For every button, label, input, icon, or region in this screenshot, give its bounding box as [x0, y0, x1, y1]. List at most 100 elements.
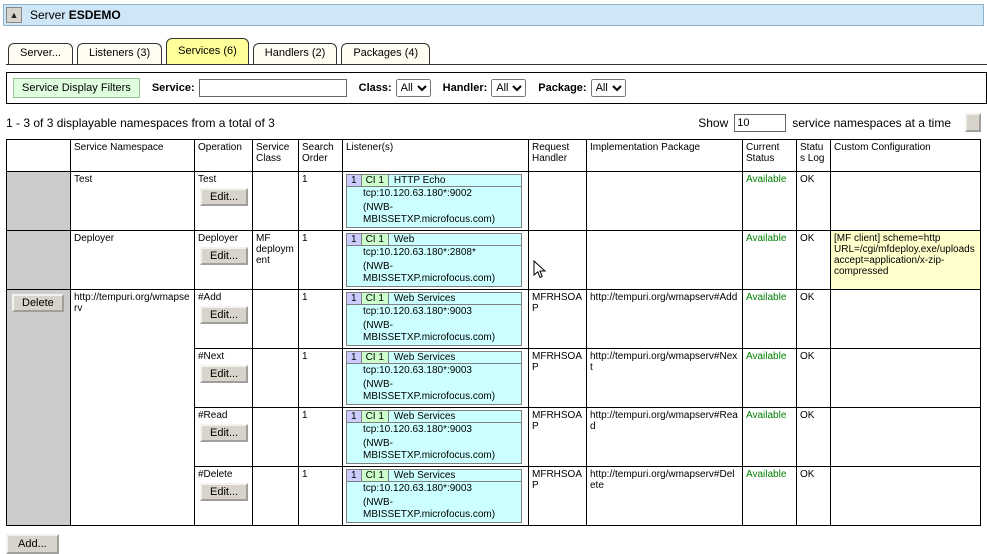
- listener-host: (NWB-MBISSETXP.microfocus.com): [347, 437, 521, 463]
- listener-cell: 1 CI 1 HTTP Echo tcp:10.120.63.180*:9002…: [343, 172, 529, 231]
- listener-box: 1 CI 1 Web tcp:10.120.63.180*:2808* (NWB…: [346, 233, 522, 287]
- header-current-status: Current Status: [743, 140, 797, 172]
- status-log-cell: OK: [797, 349, 831, 408]
- listener-box: 1 CI 1 HTTP Echo tcp:10.120.63.180*:9002…: [346, 174, 522, 228]
- listener-name: Web: [389, 234, 521, 246]
- header-status-log: Status Log: [797, 140, 831, 172]
- current-status-cell: Available: [743, 349, 797, 408]
- custom-configuration-cell: [MF client] scheme=http URL=/cgi/mfdeplo…: [831, 231, 981, 290]
- service-filter-input[interactable]: [199, 79, 347, 97]
- listener-cell: 1 CI 1 Web Services tcp:10.120.63.180*:9…: [343, 290, 529, 349]
- edit-button[interactable]: Edit...: [200, 188, 248, 206]
- operation-cell: Deployer Edit...: [195, 231, 253, 290]
- service-display-filters-label: Service Display Filters: [13, 78, 140, 98]
- service-class-cell: [253, 349, 299, 408]
- edit-button[interactable]: Edit...: [200, 247, 248, 265]
- request-handler-cell: MFRHSOAP: [529, 349, 587, 408]
- handler-filter-select[interactable]: All: [491, 79, 526, 97]
- set-button-partial[interactable]: [965, 113, 981, 132]
- listener-box: 1 CI 1 Web Services tcp:10.120.63.180*:9…: [346, 351, 522, 405]
- namespace-count-summary: 1 - 3 of 3 displayable namespaces from a…: [6, 116, 275, 130]
- class-filter-select[interactable]: All: [396, 79, 431, 97]
- service-class-cell: [253, 467, 299, 526]
- header-listeners: Listener(s): [343, 140, 529, 172]
- listener-cell: 1 CI 1 Web tcp:10.120.63.180*:2808* (NWB…: [343, 231, 529, 290]
- header-search-order: Search Order: [299, 140, 343, 172]
- operation-label: #Next: [198, 351, 224, 362]
- custom-configuration-cell: [831, 172, 981, 231]
- edit-button[interactable]: Edit...: [200, 365, 248, 383]
- table-row: Delete http://tempuri.org/wmapserv #Add …: [7, 290, 981, 349]
- namespace-cell: Test: [71, 172, 195, 231]
- delete-button[interactable]: Delete: [12, 294, 64, 312]
- search-order-cell: 1: [299, 172, 343, 231]
- tab-server[interactable]: Server...: [8, 43, 73, 64]
- custom-configuration-cell: [831, 349, 981, 408]
- actions-cell: [7, 231, 71, 290]
- header-operation: Operation: [195, 140, 253, 172]
- status-log-cell: OK: [797, 290, 831, 349]
- search-order-cell: 1: [299, 349, 343, 408]
- request-handler-cell: [529, 231, 587, 290]
- edit-button[interactable]: Edit...: [200, 424, 248, 442]
- listener-number: 1: [347, 293, 362, 305]
- listener-box: 1 CI 1 Web Services tcp:10.120.63.180*:9…: [346, 410, 522, 464]
- status-log-cell: OK: [797, 408, 831, 467]
- header-service-class: Service Class: [253, 140, 299, 172]
- tab-packages[interactable]: Packages (4): [341, 43, 430, 64]
- implementation-package-cell: [587, 172, 743, 231]
- listener-host: (NWB-MBISSETXP.microfocus.com): [347, 496, 521, 522]
- listener-host: (NWB-MBISSETXP.microfocus.com): [347, 201, 521, 227]
- header-request-handler: Request Handler: [529, 140, 587, 172]
- class-filter-label: Class:: [359, 82, 392, 94]
- show-count-input[interactable]: [734, 114, 786, 132]
- custom-configuration-cell: [831, 408, 981, 467]
- implementation-package-cell: [587, 231, 743, 290]
- listener-number: 1: [347, 234, 362, 246]
- add-button[interactable]: Add...: [6, 534, 59, 554]
- service-class-cell: [253, 408, 299, 467]
- operation-label: #Delete: [198, 469, 232, 480]
- edit-button[interactable]: Edit...: [200, 306, 248, 324]
- pager-row: 1 - 3 of 3 displayable namespaces from a…: [6, 113, 981, 132]
- package-filter-select[interactable]: All: [591, 79, 626, 97]
- listener-address: tcp:10.120.63.180*:9003: [347, 482, 521, 496]
- server-label: Server: [30, 8, 65, 22]
- namespace-cell: http://tempuri.org/wmapserv: [71, 290, 195, 526]
- listener-cell: 1 CI 1 Web Services tcp:10.120.63.180*:9…: [343, 467, 529, 526]
- server-title: Server ESDEMO: [30, 8, 121, 22]
- server-title-bar: ▲ Server ESDEMO: [3, 4, 984, 26]
- listener-box: 1 CI 1 Web Services tcp:10.120.63.180*:9…: [346, 469, 522, 523]
- tab-listeners[interactable]: Listeners (3): [77, 43, 162, 64]
- header-implementation-package: Implementation Package: [587, 140, 743, 172]
- operation-cell: #Next Edit...: [195, 349, 253, 408]
- operation-label: #Read: [198, 410, 227, 421]
- listener-ci: CI 1: [362, 234, 389, 246]
- filter-bar: Service Display Filters Service: Class: …: [6, 72, 987, 104]
- status-log-cell: OK: [797, 467, 831, 526]
- listener-name: Web Services: [389, 470, 521, 482]
- listener-name: Web Services: [389, 411, 521, 423]
- custom-configuration-cell: [831, 467, 981, 526]
- listener-address: tcp:10.120.63.180*:9003: [347, 364, 521, 378]
- status-log-cell: OK: [797, 172, 831, 231]
- tab-handlers[interactable]: Handlers (2): [253, 43, 338, 64]
- tab-services[interactable]: Services (6): [166, 38, 249, 64]
- implementation-package-cell: http://tempuri.org/wmapserv#Delete: [587, 467, 743, 526]
- implementation-package-cell: http://tempuri.org/wmapserv#Add: [587, 290, 743, 349]
- listener-number: 1: [347, 411, 362, 423]
- current-status-cell: Available: [743, 172, 797, 231]
- table-row: Test Test Edit... 1 1 CI 1 HTTP Echo tcp…: [7, 172, 981, 231]
- table-header-row: Service Namespace Operation Service Clas…: [7, 140, 981, 172]
- listener-host: (NWB-MBISSETXP.microfocus.com): [347, 260, 521, 286]
- edit-button[interactable]: Edit...: [200, 483, 248, 501]
- listener-name: Web Services: [389, 293, 521, 305]
- show-suffix-label: service namespaces at a time: [792, 116, 951, 130]
- request-handler-cell: [529, 172, 587, 231]
- request-handler-cell: MFRHSOAP: [529, 467, 587, 526]
- collapse-triangle-icon[interactable]: ▲: [6, 7, 22, 23]
- header-actions: [7, 140, 71, 172]
- listener-address: tcp:10.120.63.180*:9002: [347, 187, 521, 201]
- current-status-cell: Available: [743, 408, 797, 467]
- header-service-namespace: Service Namespace: [71, 140, 195, 172]
